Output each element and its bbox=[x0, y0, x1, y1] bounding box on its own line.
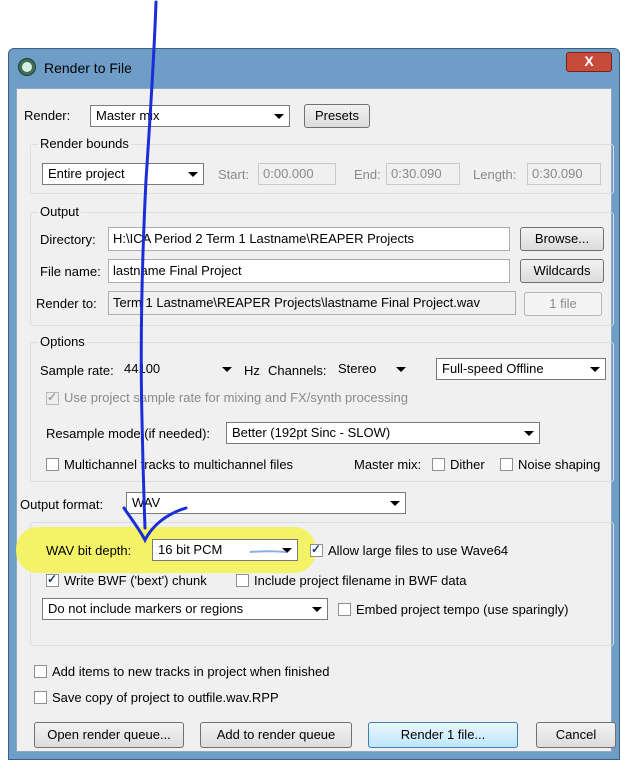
pen-arrow-head bbox=[122, 506, 188, 544]
pen-underline-mark bbox=[249, 550, 287, 553]
pen-arrow-annotation bbox=[122, 0, 287, 553]
pen-arrow-shaft bbox=[139, 0, 158, 530]
